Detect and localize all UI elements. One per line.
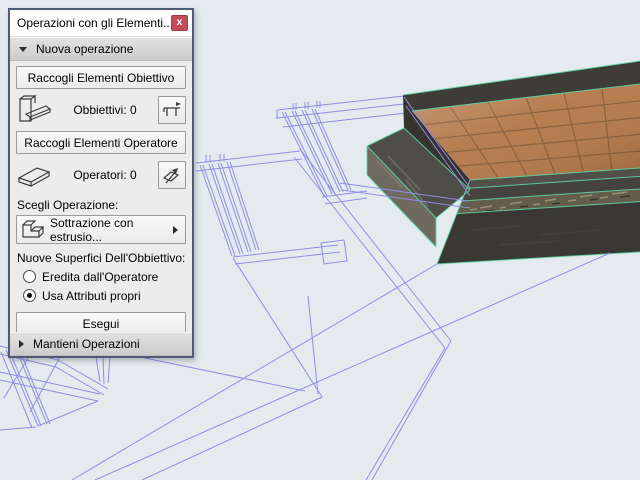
- operators-row: Operatori: 0: [16, 159, 186, 191]
- radio-inherit-operator[interactable]: Eredita dall'Operatore: [23, 269, 192, 284]
- collect-target-elements-button[interactable]: Raccogli Elementi Obiettivo: [16, 66, 186, 89]
- target-elements-icon: [16, 94, 52, 126]
- collect-operator-elements-button[interactable]: Raccogli Elementi Operatore: [16, 131, 186, 154]
- chevron-right-icon: [173, 225, 178, 234]
- operation-value: Sottrazione con estrusio...: [50, 215, 134, 244]
- pick-target-button[interactable]: [158, 96, 186, 124]
- choose-operation-label: Scegli Operazione:: [17, 198, 119, 212]
- operators-count-label: Operatori: 0: [73, 168, 137, 182]
- pick-operator-icon: [162, 168, 180, 184]
- section-label: Mantieni Operazioni: [33, 337, 140, 351]
- radio-selected-icon: [23, 289, 36, 302]
- new-surfaces-label: Nuove Superfici Dell'Obbiettivo:: [17, 251, 186, 265]
- targets-count-label: Obbiettivi: 0: [73, 103, 137, 117]
- subtraction-with-extrusion-icon: [20, 216, 46, 243]
- radio-unselected-icon: [23, 270, 36, 283]
- chevron-down-icon: [19, 46, 27, 52]
- radio-own-attributes[interactable]: Usa Attributi propri: [23, 288, 192, 303]
- operation-dropdown[interactable]: Sottrazione con estrusio...: [16, 215, 186, 244]
- pick-operator-button[interactable]: [158, 161, 186, 189]
- radio-label: Usa Attributi propri: [42, 288, 141, 303]
- palette-title: Operazioni con gli Elementi...: [17, 16, 171, 30]
- pick-target-icon: [163, 102, 181, 116]
- operator-elements-icon: [16, 159, 52, 191]
- section-header-nuova-operazione[interactable]: Nuova operazione: [10, 37, 192, 61]
- close-icon: x: [176, 17, 183, 28]
- solid-operations-palette: Operazioni con gli Elementi... x Nuova o…: [8, 8, 194, 358]
- chevron-right-icon: [19, 340, 24, 348]
- application-window: Operazioni con gli Elementi... x Nuova o…: [0, 0, 640, 480]
- close-button[interactable]: x: [171, 15, 188, 31]
- palette-titlebar[interactable]: Operazioni con gli Elementi... x: [10, 10, 192, 37]
- targets-row: Obbiettivi: 0: [16, 94, 186, 126]
- section-label: Nuova operazione: [36, 42, 134, 56]
- section-header-mantieni-operazioni[interactable]: Mantieni Operazioni: [10, 332, 192, 356]
- radio-label: Eredita dall'Operatore: [42, 269, 159, 284]
